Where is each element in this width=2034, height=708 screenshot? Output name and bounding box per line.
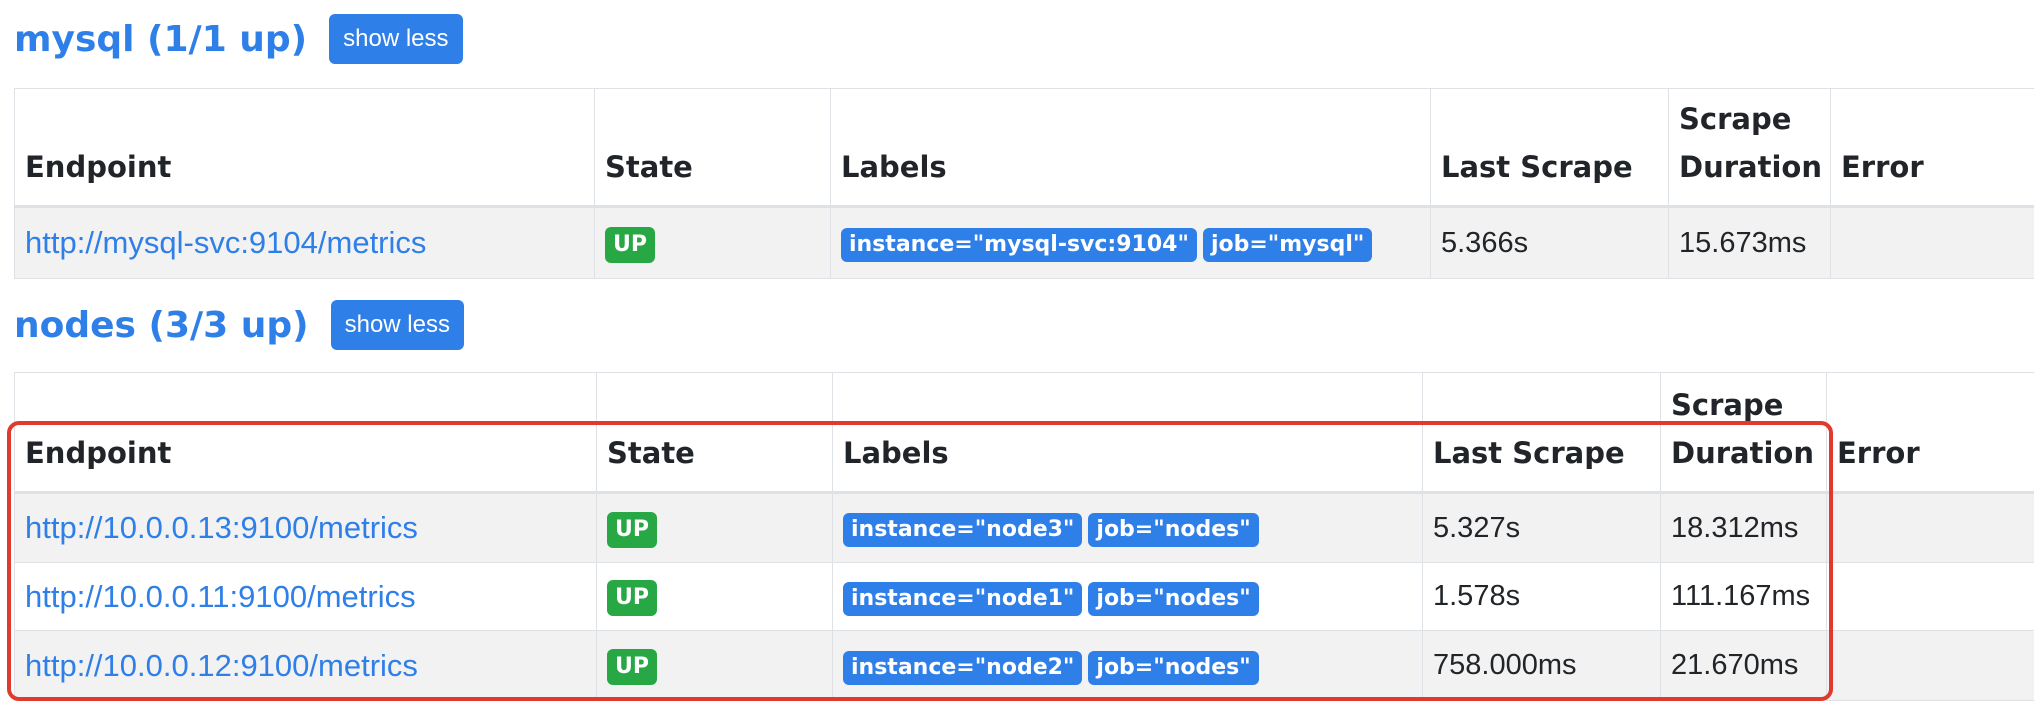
header-scrape-duration-text: Scrape Duration: [1671, 388, 1814, 470]
last-scrape-cell: 5.366s: [1430, 206, 1669, 279]
state-badge: UP: [607, 511, 657, 548]
label-badge: instance="node3": [843, 513, 1083, 547]
last-scrape-cell: 1.578s: [1422, 562, 1661, 631]
state-cell: UP: [596, 562, 833, 631]
header-scrape-duration: Scrape Duration: [1660, 372, 1827, 494]
labels-cell: instance="node1" job="nodes": [832, 562, 1423, 631]
table-row: http://10.0.0.12:9100/metrics UP instanc…: [14, 630, 2034, 701]
scrape-duration-cell: 15.673ms: [1668, 206, 1831, 279]
endpoint-link[interactable]: http://10.0.0.11:9100/metrics: [25, 579, 416, 614]
nodes-section-title: nodes (3/3 up): [14, 304, 309, 346]
state-badge: UP: [607, 649, 657, 685]
labels-cell: instance="mysql-svc:9104" job="mysql": [830, 206, 1431, 279]
scrape-duration-cell: 111.167ms: [1660, 562, 1827, 631]
mysql-section-title: mysql (1/1 up): [14, 18, 308, 60]
state-cell: UP: [594, 206, 831, 279]
mysql-section-header: mysql (1/1 up) show less: [14, 14, 463, 64]
table-row: http://10.0.0.13:9100/metrics UP instanc…: [14, 492, 2034, 563]
table-row: http://mysql-svc:9104/metrics UP instanc…: [14, 206, 2034, 279]
header-state: State: [594, 88, 831, 208]
error-cell: [1826, 492, 2034, 563]
state-cell: UP: [596, 492, 833, 563]
state-badge: UP: [607, 580, 657, 616]
endpoint-link[interactable]: http://mysql-svc:9104/metrics: [25, 225, 426, 260]
header-endpoint: Endpoint: [14, 88, 595, 208]
endpoint-cell: http://10.0.0.12:9100/metrics: [14, 630, 597, 701]
label-badge: instance="mysql-svc:9104": [841, 228, 1197, 262]
header-error: Error: [1830, 88, 2034, 208]
state-badge: UP: [605, 226, 655, 263]
scrape-duration-cell: 21.670ms: [1660, 630, 1827, 701]
endpoint-cell: http://mysql-svc:9104/metrics: [14, 206, 595, 279]
label-badge: instance="node2": [843, 650, 1083, 685]
error-cell: [1830, 206, 2034, 279]
endpoint-link[interactable]: http://10.0.0.13:9100/metrics: [25, 510, 418, 545]
header-labels: Labels: [830, 88, 1431, 208]
label-badge: instance="node1": [843, 581, 1083, 616]
table-row: http://10.0.0.11:9100/metrics UP instanc…: [14, 562, 2034, 631]
header-scrape-duration-text: Scrape Duration: [1679, 102, 1822, 184]
label-badge: job="nodes": [1088, 650, 1259, 685]
scrape-duration-cell: 18.312ms: [1660, 492, 1827, 563]
header-last-scrape: Last Scrape: [1430, 88, 1669, 208]
endpoint-cell: http://10.0.0.13:9100/metrics: [14, 492, 597, 563]
error-cell: [1826, 630, 2034, 701]
endpoint-link[interactable]: http://10.0.0.12:9100/metrics: [25, 648, 418, 683]
mysql-targets-table: Endpoint State Labels Last Scrape Scrape…: [14, 88, 2034, 279]
table-header-row: Endpoint State Labels Last Scrape Scrape…: [14, 372, 2034, 494]
header-scrape-duration: Scrape Duration: [1668, 88, 1831, 208]
header-last-scrape: Last Scrape: [1422, 372, 1661, 494]
nodes-targets-table: Endpoint State Labels Last Scrape Scrape…: [14, 372, 2034, 701]
header-error: Error: [1826, 372, 2034, 494]
last-scrape-cell: 758.000ms: [1422, 630, 1661, 701]
labels-cell: instance="node2" job="nodes": [832, 630, 1423, 701]
endpoint-cell: http://10.0.0.11:9100/metrics: [14, 562, 597, 631]
label-badge: job="nodes": [1088, 513, 1259, 547]
error-cell: [1826, 562, 2034, 631]
header-state: State: [596, 372, 833, 494]
label-badge: job="mysql": [1202, 228, 1373, 262]
nodes-section-header: nodes (3/3 up) show less: [14, 300, 464, 350]
header-labels: Labels: [832, 372, 1423, 494]
table-header-row: Endpoint State Labels Last Scrape Scrape…: [14, 88, 2034, 208]
nodes-show-less-button[interactable]: show less: [330, 300, 464, 350]
last-scrape-cell: 5.327s: [1422, 492, 1661, 563]
labels-cell: instance="node3" job="nodes": [832, 492, 1423, 563]
state-cell: UP: [596, 630, 833, 701]
header-endpoint: Endpoint: [14, 372, 597, 494]
label-badge: job="nodes": [1088, 581, 1259, 616]
mysql-show-less-button[interactable]: show less: [329, 14, 463, 64]
